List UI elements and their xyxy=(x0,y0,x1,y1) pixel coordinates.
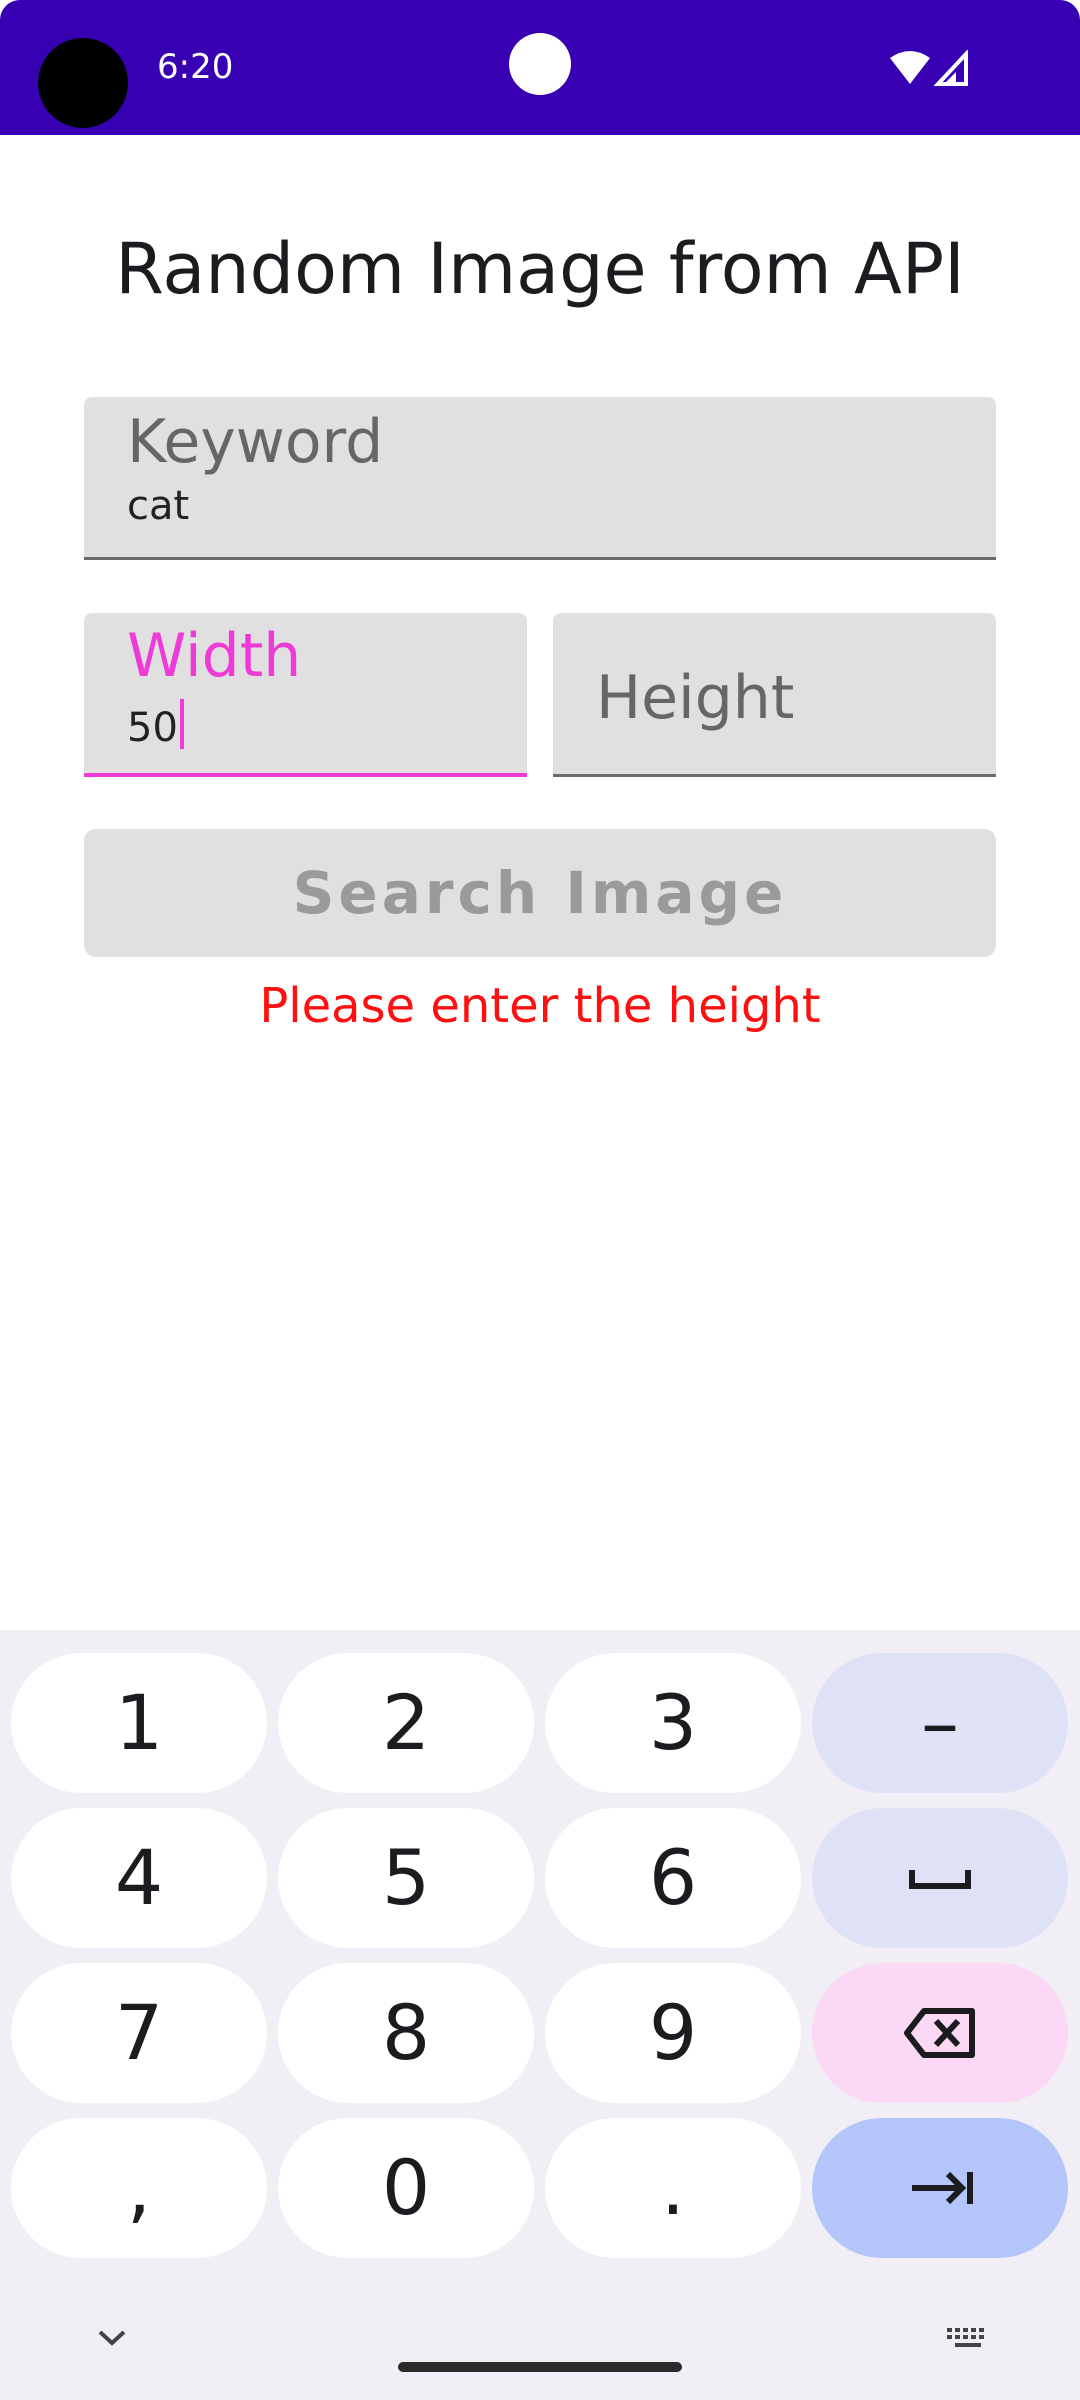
keyword-field[interactable]: Keyword cat xyxy=(84,397,996,560)
key-minus[interactable]: – xyxy=(812,1653,1068,1793)
key-period[interactable]: . xyxy=(545,2118,801,2258)
key-3[interactable]: 3 xyxy=(545,1653,801,1793)
key-space[interactable] xyxy=(812,1808,1068,1948)
keyword-value: cat xyxy=(127,483,190,529)
height-field[interactable]: Height xyxy=(553,613,996,777)
width-label: Width xyxy=(127,621,302,691)
key-9[interactable]: 9 xyxy=(545,1963,801,2103)
space-icon xyxy=(909,1870,971,1889)
status-bar: 6:20 xyxy=(0,0,1080,135)
width-field[interactable]: Width 50 xyxy=(84,613,527,777)
cell-signal-icon xyxy=(933,48,968,86)
home-gesture-handle[interactable] xyxy=(398,2362,682,2372)
key-5[interactable]: 5 xyxy=(278,1808,534,1948)
search-image-button[interactable]: Search Image xyxy=(84,829,996,957)
key-6[interactable]: 6 xyxy=(545,1808,801,1948)
text-caret xyxy=(179,699,184,749)
keyboard-icon[interactable] xyxy=(946,2326,990,2354)
camera-cutout xyxy=(38,38,128,128)
key-next[interactable] xyxy=(812,2118,1068,2258)
tab-next-icon xyxy=(912,2171,973,2205)
key-8[interactable]: 8 xyxy=(278,1963,534,2103)
backspace-icon xyxy=(904,2008,975,2058)
front-camera xyxy=(509,33,571,95)
status-icons xyxy=(888,48,968,86)
numeric-keyboard: 1 2 3 – 4 5 6 7 8 9 , 0 . xyxy=(0,1630,1080,2400)
key-7[interactable]: 7 xyxy=(11,1963,267,2103)
width-value: 50 xyxy=(127,699,184,751)
key-1[interactable]: 1 xyxy=(11,1653,267,1793)
error-message: Please enter the height xyxy=(259,978,821,1034)
chevron-down-icon[interactable] xyxy=(96,2328,128,2352)
key-comma[interactable]: , xyxy=(11,2118,267,2258)
height-label: Height xyxy=(596,663,795,733)
wifi-icon xyxy=(890,51,930,84)
keyword-label: Keyword xyxy=(127,407,384,477)
key-2[interactable]: 2 xyxy=(278,1653,534,1793)
page-title: Random Image from API xyxy=(115,228,965,310)
key-0[interactable]: 0 xyxy=(278,2118,534,2258)
key-backspace[interactable] xyxy=(812,1963,1068,2103)
status-time: 6:20 xyxy=(157,47,234,87)
key-4[interactable]: 4 xyxy=(11,1808,267,1948)
